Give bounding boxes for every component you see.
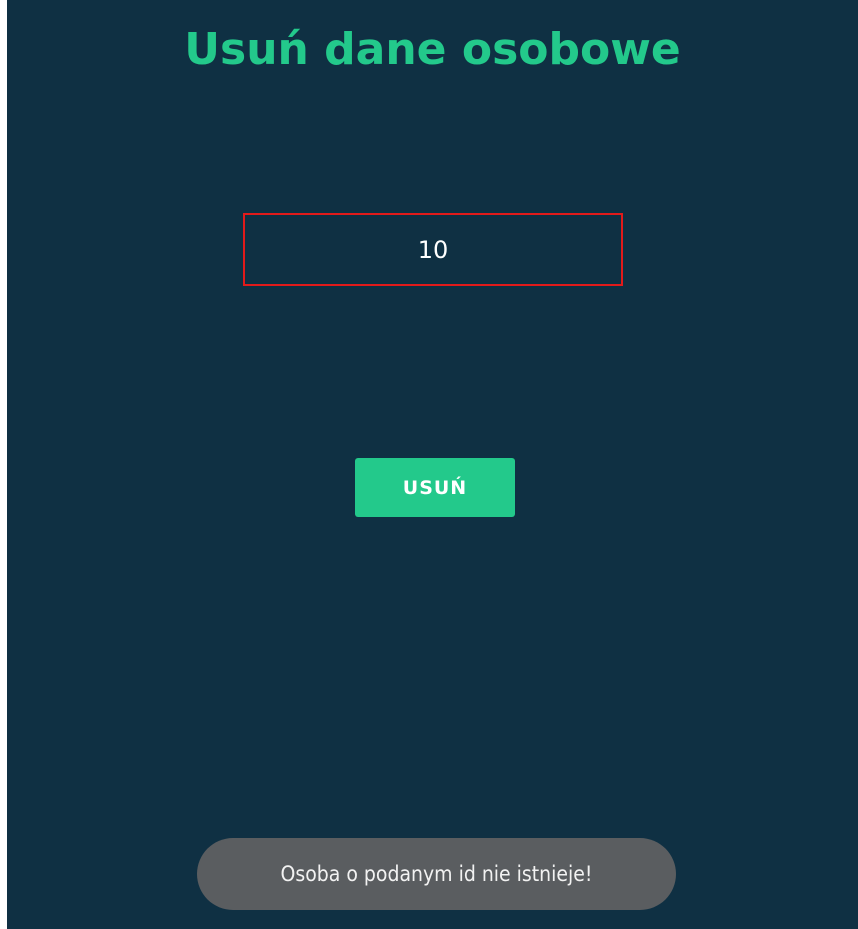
page-title: Usuń dane osobowe bbox=[184, 24, 681, 75]
app-screen: Usuń dane osobowe USUŃ Osoba o podanym i… bbox=[7, 0, 858, 929]
delete-button[interactable]: USUŃ bbox=[355, 458, 515, 517]
toast-message: Osoba o podanym id nie istnieje! bbox=[197, 838, 676, 910]
person-id-input[interactable] bbox=[243, 213, 623, 286]
